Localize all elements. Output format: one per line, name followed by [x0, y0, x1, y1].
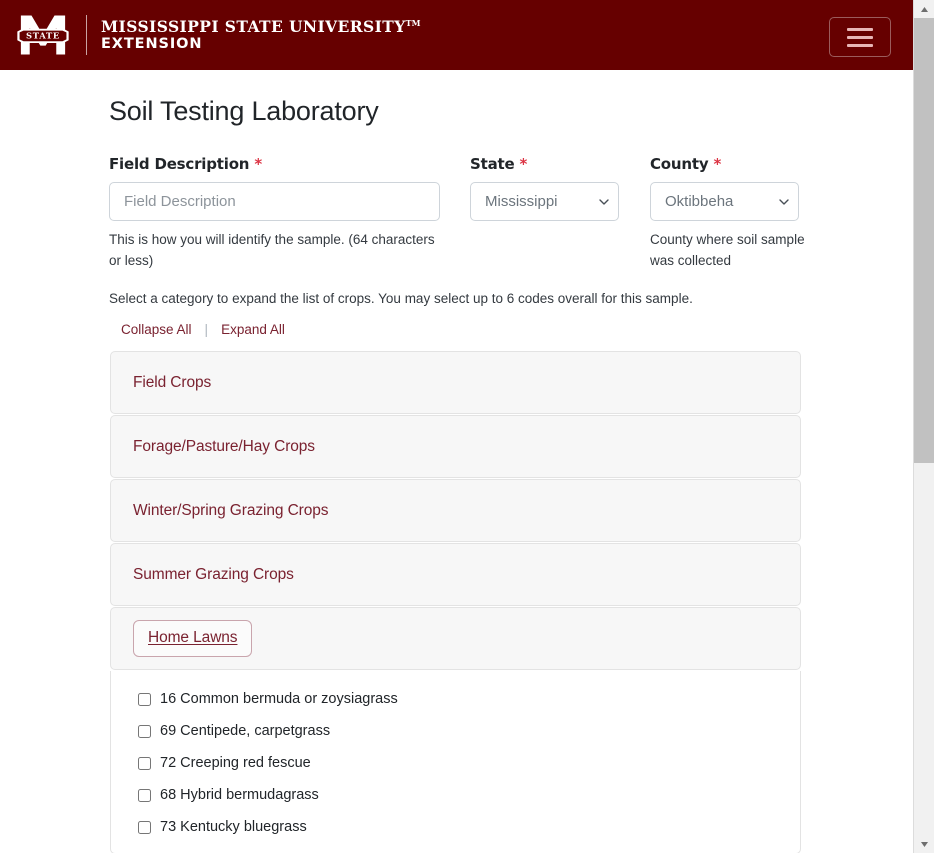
- field-description-input[interactable]: [109, 182, 440, 221]
- expander-separator: |: [204, 322, 209, 338]
- state-label: State *: [470, 155, 650, 173]
- state-select[interactable]: Mississippi: [470, 182, 619, 221]
- crop-checkbox-row[interactable]: 69 Centipede, carpetgrass: [129, 715, 800, 747]
- crop-label: 73 Kentucky bluegrass: [160, 819, 307, 836]
- sample-form-row: Field Description * This is how you will…: [109, 155, 829, 271]
- state-group: State * Mississippi: [470, 155, 650, 221]
- crop-checkbox-16[interactable]: [138, 692, 151, 706]
- county-help: County where soil sample was collected: [650, 232, 805, 268]
- browser-page: STATE MISSISSIPPI STATE UNIVERSITYTM EXT…: [0, 0, 934, 853]
- accordion-item-label: Field Crops: [133, 373, 212, 391]
- crop-checkbox-row[interactable]: 72 Creeping red fescue: [129, 747, 800, 779]
- scrollbar-thumb[interactable]: [914, 18, 934, 463]
- main-content: Soil Testing Laboratory Field Descriptio…: [0, 70, 913, 853]
- field-description-help: This is how you will identify the sample…: [109, 232, 435, 268]
- crop-checkbox-72[interactable]: [138, 756, 151, 770]
- accordion-item-label: Winter/Spring Grazing Crops: [133, 501, 329, 519]
- expander-controls: Collapse All | Expand All: [121, 322, 829, 337]
- brand-divider: [86, 15, 87, 55]
- crop-label: 69 Centipede, carpetgrass: [160, 723, 331, 740]
- hamburger-bar-2: [847, 35, 873, 39]
- field-description-label-text: Field Description: [109, 155, 250, 173]
- brand-lockup[interactable]: STATE MISSISSIPPI STATE UNIVERSITYTM EXT…: [16, 11, 420, 59]
- accordion-item-winter-spring-grazing-crops[interactable]: Winter/Spring Grazing Crops: [110, 479, 801, 543]
- required-asterisk: *: [519, 155, 528, 173]
- browser-scrollbar[interactable]: [913, 0, 934, 853]
- brand-wordmark: MISSISSIPPI STATE UNIVERSITYTM EXTENSION: [101, 18, 420, 53]
- msu-state-m-logo-icon: STATE: [17, 15, 69, 55]
- hamburger-menu-button[interactable]: [829, 17, 891, 57]
- scroll-down-arrow-icon[interactable]: [914, 835, 934, 853]
- crop-label: 72 Creeping red fescue: [160, 755, 311, 772]
- hamburger-bar-3: [847, 43, 873, 47]
- county-select[interactable]: Oktibbeha: [650, 182, 799, 221]
- field-description-label: Field Description *: [109, 155, 454, 173]
- crop-label: 16 Common bermuda or zoysiagrass: [160, 691, 398, 708]
- brand-university-text: MISSISSIPPI STATE UNIVERSITY: [101, 16, 406, 36]
- accordion-item-field-crops[interactable]: Field Crops: [110, 351, 801, 415]
- state-label-text: State: [470, 155, 515, 173]
- expand-all-link[interactable]: Expand All: [221, 322, 285, 337]
- county-label-text: County: [650, 155, 709, 173]
- county-group: County * Oktibbeha County where soil sam…: [650, 155, 830, 271]
- brand-university-name: MISSISSIPPI STATE UNIVERSITYTM: [101, 18, 420, 35]
- content-inner: Soil Testing Laboratory Field Descriptio…: [109, 96, 829, 853]
- crop-checkbox-row[interactable]: 16 Common bermuda or zoysiagrass: [129, 683, 800, 715]
- trademark-mark: TM: [405, 17, 421, 28]
- accordion-item-summer-grazing-crops[interactable]: Summer Grazing Crops: [110, 543, 801, 607]
- hamburger-bar-1: [847, 27, 873, 31]
- crop-checkbox-73[interactable]: [138, 820, 151, 834]
- accordion-focus-ring: Home Lawns: [133, 620, 253, 658]
- accordion-item-forage-pasture-hay-crops[interactable]: Forage/Pasture/Hay Crops: [110, 415, 801, 479]
- page-title: Soil Testing Laboratory: [109, 96, 379, 126]
- accordion-item-home-lawns[interactable]: Home Lawns: [110, 607, 801, 671]
- county-select-wrap: Oktibbeha: [650, 182, 799, 221]
- crop-label: 68 Hybrid bermudagrass: [160, 787, 319, 804]
- county-label: County *: [650, 155, 830, 173]
- crop-checkbox-row[interactable]: 68 Hybrid bermudagrass: [129, 779, 800, 811]
- accordion-item-label: Home Lawns: [148, 629, 238, 647]
- svg-text:STATE: STATE: [26, 31, 60, 41]
- accordion-item-label: Forage/Pasture/Hay Crops: [133, 437, 315, 455]
- accordion-item-label: Summer Grazing Crops: [133, 565, 294, 583]
- selection-instructions: Select a category to expand the list of …: [109, 291, 693, 307]
- page-viewport: STATE MISSISSIPPI STATE UNIVERSITYTM EXT…: [0, 0, 913, 853]
- home-lawns-crop-list: 16 Common bermuda or zoysiagrass 69 Cent…: [110, 671, 801, 853]
- required-asterisk: *: [254, 155, 262, 173]
- required-asterisk: *: [713, 155, 722, 173]
- field-description-group: Field Description * This is how you will…: [109, 155, 454, 271]
- scroll-up-arrow-icon[interactable]: [914, 0, 934, 18]
- brand-extension-name: EXTENSION: [101, 36, 203, 53]
- collapse-all-link[interactable]: Collapse All: [121, 322, 192, 337]
- crop-checkbox-68[interactable]: [138, 788, 151, 802]
- crop-checkbox-69[interactable]: [138, 724, 151, 738]
- state-select-wrap: Mississippi: [470, 182, 619, 221]
- site-masthead: STATE MISSISSIPPI STATE UNIVERSITYTM EXT…: [0, 0, 913, 70]
- crop-checkbox-row[interactable]: 73 Kentucky bluegrass: [129, 811, 800, 843]
- crop-category-accordion: Field Crops Forage/Pasture/Hay Crops Win…: [110, 351, 801, 671]
